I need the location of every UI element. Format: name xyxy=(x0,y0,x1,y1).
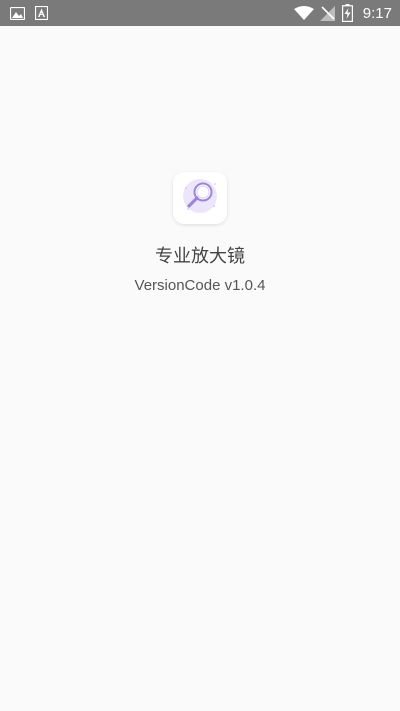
image-icon xyxy=(10,6,25,20)
version-info: VersionCode v1.0.4 xyxy=(0,277,400,294)
magnifier-icon xyxy=(177,173,223,223)
about-screen: 专业放大镜 VersionCode v1.0.4 xyxy=(0,26,400,711)
no-signal-icon xyxy=(319,5,336,21)
text-a-icon xyxy=(35,6,48,20)
status-bar: 9:17 xyxy=(0,0,400,26)
wifi-icon xyxy=(293,5,314,21)
status-time: 9:17 xyxy=(362,4,392,22)
version-label: VersionCode xyxy=(134,277,221,294)
status-right: 9:17 xyxy=(293,4,392,22)
app-icon xyxy=(173,172,227,224)
version-value: v1.0.4 xyxy=(224,277,266,294)
app-name: 专业放大镜 xyxy=(155,246,245,267)
battery-charging-icon xyxy=(341,4,353,22)
status-left xyxy=(10,6,48,20)
